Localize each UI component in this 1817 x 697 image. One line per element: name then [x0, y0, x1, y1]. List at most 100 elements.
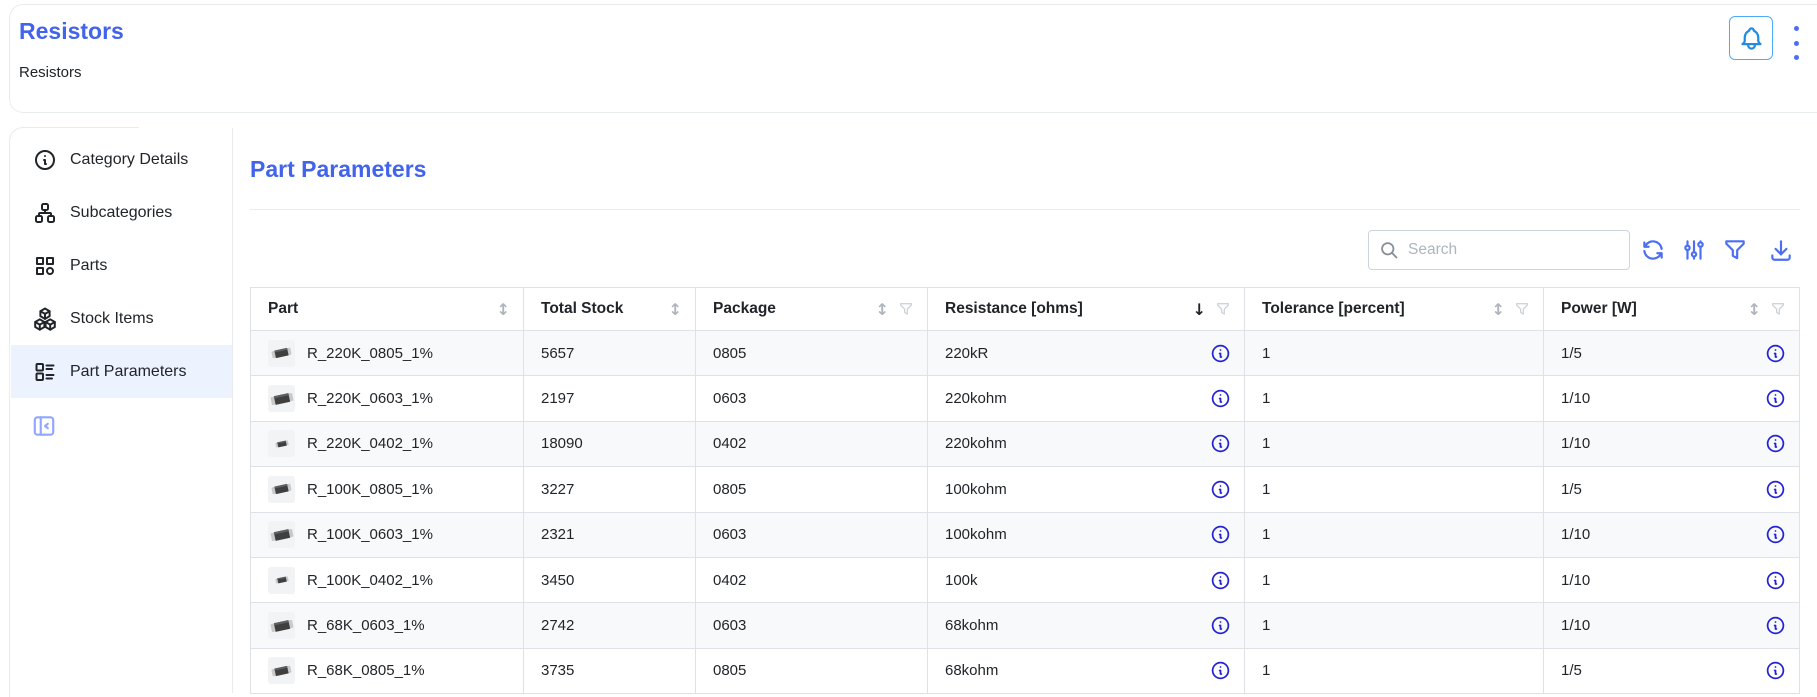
part-name: R_68K_0805_1% [307, 662, 425, 679]
cell-part[interactable]: R_100K_0402_1% [251, 558, 524, 602]
info-circle-icon[interactable] [1765, 343, 1786, 364]
cell-package: 0805 [696, 331, 928, 375]
cell-total-stock: 2321 [524, 513, 696, 557]
part-thumbnail [268, 521, 295, 548]
cell-part[interactable]: R_220K_0402_1% [251, 422, 524, 466]
column-filter-icon[interactable] [1514, 301, 1530, 317]
sidebar-item-part-parameters[interactable]: Part Parameters [11, 345, 232, 398]
tolerance-value: 1 [1262, 481, 1270, 498]
resistance-value: 68kohm [945, 617, 998, 634]
column-header-part[interactable]: Part↕ [251, 288, 524, 330]
tolerance-value: 1 [1262, 345, 1270, 362]
cell-resistance: 68kohm [928, 649, 1245, 693]
column-label: Total Stock [541, 300, 623, 318]
info-circle-icon[interactable] [1210, 660, 1231, 681]
sort-icon[interactable]: ↕ [876, 300, 889, 319]
part-name: R_100K_0805_1% [307, 481, 433, 498]
info-circle-icon[interactable] [1210, 343, 1231, 364]
info-circle-icon[interactable] [1765, 433, 1786, 454]
column-header-total-stock[interactable]: Total Stock ↕ [524, 288, 696, 330]
table-row[interactable]: R_220K_0805_1%56570805220kR11/5 [251, 330, 1799, 375]
total-stock-value: 3735 [541, 662, 574, 679]
cell-part[interactable]: R_220K_0805_1% [251, 331, 524, 375]
total-stock-value: 5657 [541, 345, 574, 362]
column-header-package[interactable]: Package ↕ [696, 288, 928, 330]
sort-icon[interactable]: ↓ [1193, 300, 1206, 319]
refresh-icon[interactable] [1640, 237, 1666, 263]
panel-divider [250, 209, 1800, 210]
header-panel-border [9, 4, 1817, 113]
search-icon [1379, 240, 1400, 261]
sort-icon[interactable]: ↕ [1492, 300, 1505, 319]
info-circle-icon[interactable] [1765, 479, 1786, 500]
cell-total-stock: 18090 [524, 422, 696, 466]
info-circle-icon [33, 148, 57, 172]
column-header-power-w[interactable]: Power [W]↕ [1544, 288, 1799, 330]
sidebar-item-subcategories[interactable]: Subcategories [11, 186, 232, 239]
info-circle-icon[interactable] [1765, 388, 1786, 409]
info-circle-icon[interactable] [1210, 615, 1231, 636]
cell-resistance: 100kohm [928, 467, 1245, 511]
adjustments-icon[interactable] [1681, 237, 1707, 263]
filter-icon[interactable] [1722, 237, 1748, 263]
column-filter-icon[interactable] [1215, 301, 1231, 317]
info-circle-icon[interactable] [1765, 570, 1786, 591]
cell-part[interactable]: R_68K_0603_1% [251, 603, 524, 647]
info-circle-icon[interactable] [1210, 570, 1231, 591]
info-circle-icon[interactable] [1765, 524, 1786, 545]
column-header-resistance-ohms[interactable]: Resistance [ohms]↓ [928, 288, 1245, 330]
cell-part[interactable]: R_220K_0603_1% [251, 376, 524, 420]
column-filter-icon[interactable] [1770, 301, 1786, 317]
part-thumbnail [268, 657, 295, 684]
sidebar-item-category-details[interactable]: Category Details [11, 133, 232, 186]
resistance-value: 68kohm [945, 662, 998, 679]
overflow-menu-button[interactable] [1790, 26, 1802, 60]
notifications-button[interactable] [1729, 16, 1773, 60]
sidebar-collapse-button[interactable] [31, 413, 57, 439]
column-filter-icon[interactable] [898, 301, 914, 317]
cell-part[interactable]: R_68K_0805_1% [251, 649, 524, 693]
sidebar-item-label: Category Details [70, 151, 188, 169]
info-circle-icon[interactable] [1210, 388, 1231, 409]
column-label: Package [713, 300, 776, 318]
info-circle-icon[interactable] [1765, 615, 1786, 636]
sidebar-item-parts[interactable]: Parts [11, 239, 232, 292]
cell-part[interactable]: R_100K_0603_1% [251, 513, 524, 557]
info-circle-icon[interactable] [1210, 433, 1231, 454]
cell-resistance: 100kohm [928, 513, 1245, 557]
download-icon[interactable] [1768, 237, 1794, 263]
total-stock-value: 18090 [541, 435, 583, 452]
table-row[interactable]: R_100K_0805_1%32270805100kohm11/5 [251, 466, 1799, 511]
resistance-value: 220kR [945, 345, 988, 362]
sitemap-icon [33, 201, 57, 225]
sidebar-item-label: Stock Items [70, 310, 154, 328]
table-row[interactable]: R_220K_0402_1%180900402220kohm11/10 [251, 421, 1799, 466]
part-thumbnail [268, 612, 295, 639]
sidebar-item-stock-items[interactable]: Stock Items [11, 292, 232, 345]
info-circle-icon[interactable] [1210, 479, 1231, 500]
breadcrumb[interactable]: Resistors [19, 64, 82, 81]
table-row[interactable]: R_220K_0603_1%21970603220kohm11/10 [251, 375, 1799, 420]
resistance-value: 100kohm [945, 526, 1007, 543]
sort-icon[interactable]: ↕ [497, 300, 510, 319]
sort-icon[interactable]: ↕ [669, 300, 682, 319]
cell-part[interactable]: R_100K_0805_1% [251, 467, 524, 511]
sidebar-collapse-icon [31, 413, 57, 439]
cell-tolerance: 1 [1245, 422, 1544, 466]
info-circle-icon[interactable] [1765, 660, 1786, 681]
cell-power: 1/5 [1544, 467, 1799, 511]
table-row[interactable]: R_68K_0805_1%3735080568kohm11/5 [251, 648, 1799, 693]
dots-vertical-icon [1794, 55, 1799, 60]
sort-icon[interactable]: ↕ [1748, 300, 1761, 319]
tolerance-value: 1 [1262, 526, 1270, 543]
search-input[interactable] [1408, 241, 1619, 259]
table-row[interactable]: R_100K_0402_1%34500402100k11/10 [251, 557, 1799, 602]
cell-tolerance: 1 [1245, 513, 1544, 557]
info-circle-icon[interactable] [1210, 524, 1231, 545]
page-title: Resistors [19, 18, 124, 45]
table-row[interactable]: R_68K_0603_1%2742060368kohm11/10 [251, 602, 1799, 647]
table-row[interactable]: R_100K_0603_1%23210603100kohm11/10 [251, 512, 1799, 557]
table-header-row: Part↕ Total Stock ↕ Package ↕ Resistance [ohm… [251, 288, 1799, 330]
package-value: 0402 [713, 572, 746, 589]
column-header-tolerance-percent[interactable]: Tolerance [percent]↕ [1245, 288, 1544, 330]
